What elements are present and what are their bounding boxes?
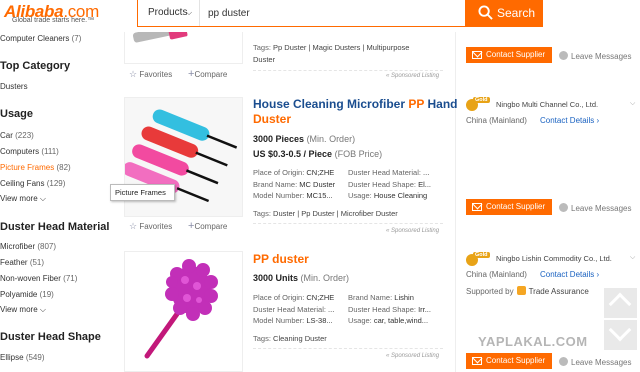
supplier-country: China (Mainland) — [466, 116, 527, 125]
product-tags: Tags: Duster | Pp Duster | Microfiber Du… — [253, 209, 398, 218]
search-input[interactable] — [204, 3, 459, 23]
trade-assurance-badge[interactable]: Supported by Trade Assurance — [466, 286, 589, 296]
search-button[interactable]: Search — [465, 0, 543, 26]
min-order: 3000 Pieces (Min. Order) — [253, 134, 356, 144]
alibaba-logo[interactable]: Alibaba.com Global trade starts here.™ — [2, 2, 130, 26]
chevron-down-icon — [608, 318, 632, 342]
chevron-down-icon: ⌵ — [186, 8, 193, 17]
search-category-select[interactable]: Products ⌵ — [138, 0, 200, 26]
filter-shape-ellipse[interactable]: Ellipse (549) — [0, 353, 45, 362]
product-tags: Tags: Pp Duster | Magic Dusters | Multip… — [253, 43, 410, 52]
favorites-button[interactable]: ☆ Favorites — [129, 69, 172, 80]
column-divider — [455, 32, 456, 372]
search-bar: Products⌵ Search — [137, 0, 543, 27]
scroll-to-bottom-button[interactable] — [604, 318, 637, 350]
gold-badge: Gold — [473, 252, 490, 258]
filter-usage-car[interactable]: Car (223) — [0, 131, 34, 140]
attr-usage: Usage: House Cleaning — [348, 191, 428, 200]
star-icon: ☆ — [129, 221, 138, 231]
contact-supplier-button[interactable]: Contact Supplier — [466, 353, 552, 369]
attr-place-of-origin: Place of Origin: CN;ZHE — [253, 293, 335, 302]
chevron-down-icon[interactable]: ⌵ — [630, 254, 635, 262]
sponsored-label: « Sponsored Listing — [386, 353, 440, 359]
chevron-down-icon: ⌵ — [39, 305, 46, 314]
supplier-country: China (Mainland) — [466, 270, 527, 279]
favorites-button[interactable]: ☆ Favorites — [129, 221, 172, 232]
filter-material-feather[interactable]: Feather (51) — [0, 258, 44, 267]
contact-details-link[interactable]: Contact Details › — [540, 116, 599, 125]
leave-messages-link[interactable]: Leave Messages — [559, 357, 631, 367]
gold-badge: Gold — [473, 97, 490, 103]
filter-computer-cleaners[interactable]: Computer Cleaners (7) — [0, 34, 81, 43]
attr-place-of-origin: Place of Origin: CN;ZHE — [253, 168, 335, 177]
filter-usage-computers[interactable]: Computers (111) — [0, 147, 59, 156]
shield-icon — [516, 286, 526, 295]
contact-details-link[interactable]: Contact Details › — [540, 270, 599, 279]
chat-icon — [559, 357, 568, 366]
scroll-to-top-button[interactable] — [604, 288, 637, 318]
contact-supplier-button[interactable]: Contact Supplier — [466, 47, 552, 63]
usage-view-more-link[interactable]: View more ⌵ — [0, 194, 46, 204]
watermark: YAPLAKAL.COM — [478, 334, 588, 349]
sponsored-label: « Sponsored Listing — [386, 73, 440, 79]
attr-duster-head-material: Duster Head Material: ... — [253, 305, 335, 314]
product-image[interactable] — [124, 251, 243, 372]
chevron-down-icon[interactable]: ⌵ — [630, 100, 635, 108]
filter-dusters[interactable]: Dusters — [0, 82, 28, 91]
mail-icon — [472, 51, 482, 59]
tag-divider — [253, 70, 443, 71]
duster-head-shape-heading: Duster Head Shape — [0, 331, 101, 343]
attr-model-number: Model Number: LS-38... — [253, 316, 333, 325]
leave-messages-link[interactable]: Leave Messages — [559, 203, 631, 213]
chevron-down-icon: ⌵ — [39, 194, 46, 203]
chat-icon — [559, 203, 568, 212]
supplier-name[interactable]: Ningbo Multi Channel Co., Ltd. — [496, 100, 598, 109]
attr-brand-name: Brand Name: MC Duster — [253, 180, 336, 189]
star-icon: ☆ — [129, 69, 138, 79]
attr-brand-name: Brand Name: Lishin — [348, 293, 414, 302]
sponsored-label: « Sponsored Listing — [386, 228, 440, 234]
attr-duster-head-material: Duster Head Material: ... — [348, 168, 430, 177]
leave-messages-link[interactable]: Leave Messages — [559, 51, 631, 61]
price: US $0.3-0.5 / Piece (FOB Price) — [253, 149, 383, 159]
top-category-heading: Top Category — [0, 60, 71, 72]
compare-button[interactable]: +Compare — [188, 220, 227, 232]
attr-duster-head-shape: Duster Head Shape: El... — [348, 180, 431, 189]
filter-material-polyamide[interactable]: Polyamide (19) — [0, 290, 54, 299]
filter-usage-ceiling-fans[interactable]: Ceiling Fans (129) — [0, 179, 65, 188]
search-icon — [478, 5, 493, 20]
attr-model-number: Model Number: MC15... — [253, 191, 333, 200]
mail-icon — [472, 357, 482, 365]
duster-head-material-heading: Duster Head Material — [0, 221, 110, 233]
product-tags-line2: Duster — [253, 55, 276, 64]
tag-divider — [253, 348, 443, 349]
material-view-more-link[interactable]: View more ⌵ — [0, 305, 46, 315]
usage-heading: Usage — [0, 108, 34, 120]
min-order: 3000 Units (Min. Order) — [253, 273, 350, 283]
attr-duster-head-shape: Duster Head Shape: Irr... — [348, 305, 431, 314]
tooltip: Picture Frames — [110, 184, 175, 201]
contact-supplier-button[interactable]: Contact Supplier — [466, 199, 552, 215]
compare-button[interactable]: +Compare — [188, 68, 227, 80]
tag-divider — [253, 223, 443, 224]
product-title[interactable]: House Cleaning Microfiber PP Hand — [253, 97, 458, 111]
product-title[interactable]: PP duster — [253, 252, 309, 266]
filter-material-microfiber[interactable]: Microfiber (807) — [0, 242, 56, 251]
filter-usage-picture-frames[interactable]: Picture Frames (82) — [0, 163, 71, 172]
chevron-up-icon — [608, 292, 632, 316]
product-title-line2[interactable]: Duster — [253, 112, 291, 126]
product-tags: Tags: Cleaning Duster — [253, 334, 327, 343]
filter-material-non-woven[interactable]: Non-woven Fiber (71) — [0, 274, 77, 283]
mail-icon — [472, 203, 482, 211]
supplier-name[interactable]: Ningbo Lishin Commodity Co., Ltd. — [496, 254, 612, 263]
page: Alibaba.com Global trade starts here.™ P… — [0, 0, 640, 372]
top-bar: Alibaba.com Global trade starts here.™ P… — [0, 0, 640, 32]
attr-usage: Usage: car, table,wind... — [348, 316, 429, 325]
filter-sidebar: Computer Cleaners (7) Top Category Duste… — [0, 32, 114, 372]
logo-tagline: Global trade starts here.™ — [12, 17, 95, 24]
chenille-duster-image — [125, 252, 242, 371]
chat-icon — [559, 51, 568, 60]
